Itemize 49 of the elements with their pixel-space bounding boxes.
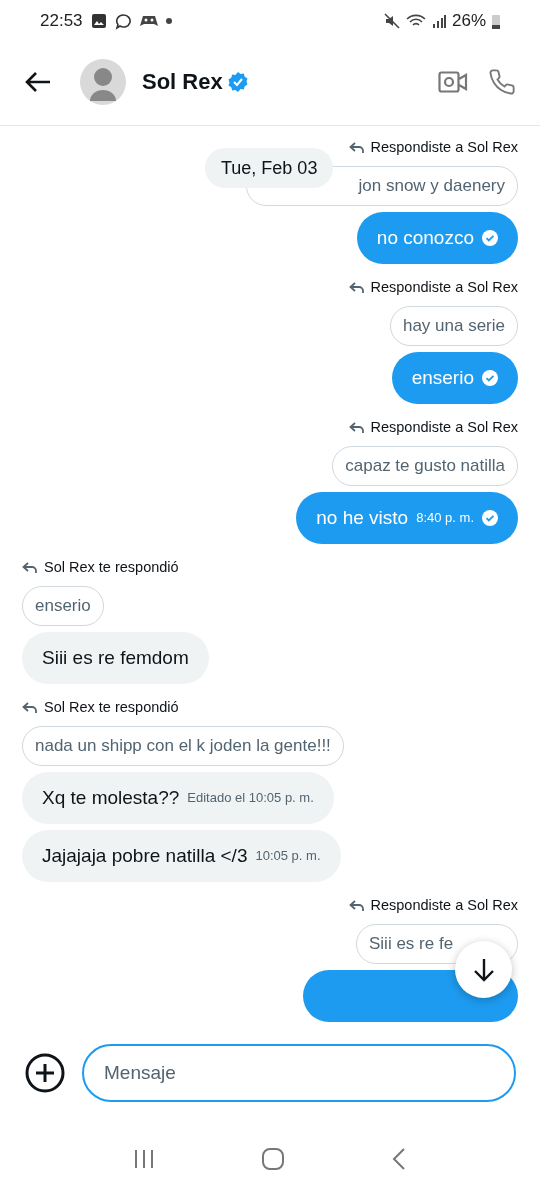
message-bubble[interactable]: Jajajaja pobre natilla </3 10:05 p. m. xyxy=(22,830,341,882)
reply-label: Sol Rex te respondió xyxy=(44,698,179,718)
message-input-field[interactable]: Mensaje xyxy=(82,1044,516,1102)
reply-icon xyxy=(348,142,365,154)
battery-icon xyxy=(492,13,500,29)
chat-icon xyxy=(114,12,132,30)
status-time: 22:53 xyxy=(40,10,83,33)
quoted-message[interactable]: hay una serie xyxy=(389,306,518,346)
reply-label: Respondiste a Sol Rex xyxy=(370,418,518,438)
phone-icon[interactable] xyxy=(488,67,516,96)
avatar[interactable] xyxy=(80,58,126,105)
arrow-down-icon xyxy=(472,957,495,982)
quoted-message[interactable]: nada un shipp con el k joden la gente!!! xyxy=(22,726,344,766)
reply-label: Respondiste a Sol Rex xyxy=(370,278,518,298)
message-time: 10:05 p. m. xyxy=(255,847,321,866)
contact-name[interactable]: Sol Rex xyxy=(142,65,223,98)
gallery-icon xyxy=(90,13,107,29)
reply-icon xyxy=(348,282,365,294)
message-text: no conozco xyxy=(376,225,474,250)
message-time: 8:40 p. m. xyxy=(416,509,474,528)
add-icon[interactable] xyxy=(24,1052,66,1094)
message-time: Editado el 10:05 p. m. xyxy=(187,789,314,808)
battery-percentage: 26% xyxy=(451,10,486,33)
signal-icon xyxy=(431,14,446,28)
back-nav-icon[interactable] xyxy=(391,1147,407,1171)
message-bubble[interactable]: Xq te molesta?? Editado el 10:05 p. m. xyxy=(22,772,334,824)
gamepad-icon xyxy=(139,14,158,28)
message-bubble[interactable]: Siii es re femdom xyxy=(22,632,209,684)
recent-apps-icon[interactable] xyxy=(133,1148,155,1170)
reply-label: Respondiste a Sol Rex xyxy=(370,896,518,916)
reply-icon xyxy=(348,422,365,434)
date-toast: Tue, Feb 03 xyxy=(205,148,334,188)
message-text: Siii es re femdom xyxy=(42,645,189,670)
message-text: no he visto xyxy=(316,505,409,530)
mute-icon xyxy=(383,13,400,29)
message-text: enserio xyxy=(411,365,474,390)
reply-icon xyxy=(22,562,38,574)
reply-label: Sol Rex te respondió xyxy=(44,558,179,578)
quoted-message[interactable]: enserio xyxy=(22,586,104,626)
reply-label: Respondiste a Sol Rex xyxy=(370,138,518,158)
back-icon[interactable] xyxy=(24,69,52,94)
message-text: Jajajaja pobre natilla </3 xyxy=(42,843,248,868)
message-text: Xq te molesta?? xyxy=(42,785,180,810)
dot-icon xyxy=(165,18,172,24)
reply-icon xyxy=(22,702,38,714)
video-call-icon[interactable] xyxy=(438,69,468,94)
reply-icon xyxy=(348,900,365,912)
quoted-message[interactable]: capaz te gusto natilla xyxy=(332,446,518,486)
home-icon[interactable] xyxy=(261,1147,285,1171)
